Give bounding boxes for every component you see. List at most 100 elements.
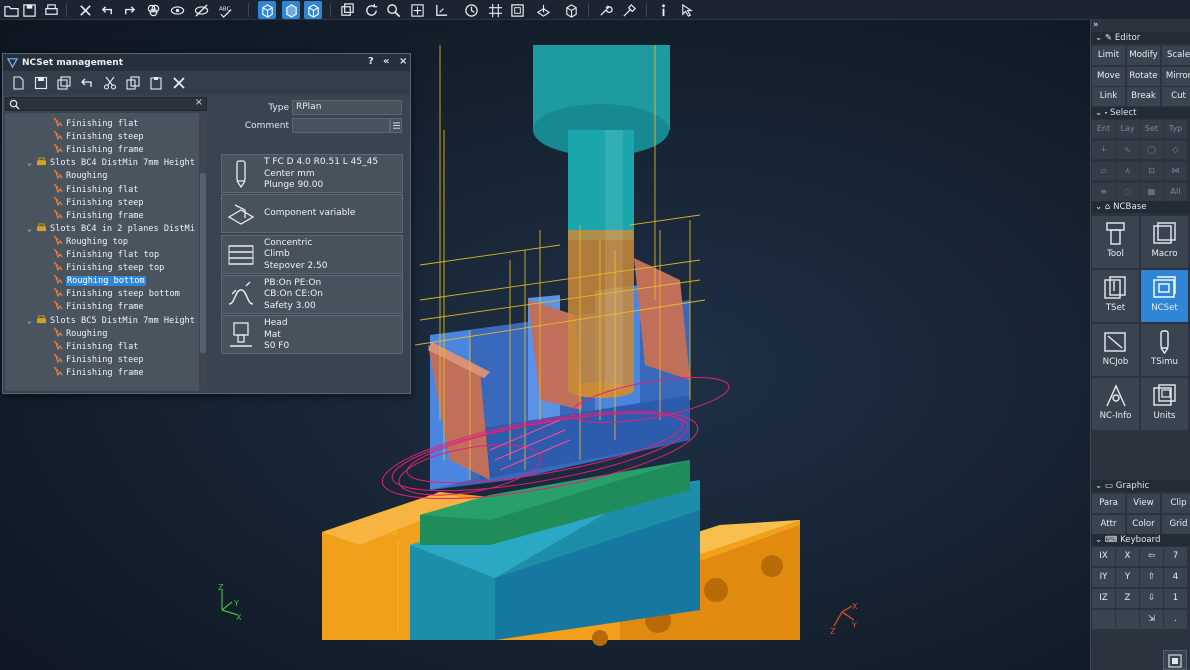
- copy-icon[interactable]: [124, 74, 142, 92]
- link-button[interactable]: Link: [1092, 87, 1125, 106]
- tree-operation-node[interactable]: Roughing top: [53, 235, 128, 248]
- info-icon[interactable]: [654, 1, 672, 19]
- polygon-icon[interactable]: ▱: [1092, 162, 1115, 180]
- refresh-icon[interactable]: [362, 1, 380, 19]
- key-iy[interactable]: IY: [1092, 568, 1115, 587]
- grid-select-icon[interactable]: ▦: [1140, 183, 1163, 201]
- ncset-param-card[interactable]: Concentric Climb Stepover 2.50: [221, 234, 403, 274]
- collapse-button[interactable]: «: [383, 56, 389, 67]
- text-select-icon[interactable]: ≡: [1092, 183, 1115, 201]
- expand-arrow-icon[interactable]: ⌄: [27, 156, 36, 169]
- snap-icon[interactable]: [432, 1, 450, 19]
- key-iz[interactable]: IZ: [1092, 589, 1115, 608]
- tree-operation-node[interactable]: Finishing steep: [53, 353, 144, 366]
- tree-operation-node[interactable]: Roughing: [53, 169, 107, 182]
- key-ix[interactable]: IX: [1092, 547, 1115, 566]
- comment-field[interactable]: [292, 118, 390, 133]
- erase-icon[interactable]: ◇: [1164, 141, 1187, 159]
- tree-operation-node[interactable]: Finishing steep top: [53, 261, 164, 274]
- tree-operation-node[interactable]: Finishing steep: [53, 196, 144, 209]
- grid-icon[interactable]: [486, 1, 504, 19]
- close-button[interactable]: ×: [399, 56, 407, 67]
- clock-icon[interactable]: [462, 1, 480, 19]
- cut-icon[interactable]: [101, 74, 119, 92]
- clear-search-icon[interactable]: ×: [195, 97, 203, 108]
- open-folder-icon[interactable]: [2, 1, 20, 19]
- ncjob-button[interactable]: NCJob: [1092, 324, 1139, 376]
- circle-icon[interactable]: ◯: [1140, 141, 1163, 159]
- view-cube-front-icon[interactable]: [258, 1, 276, 19]
- ncset-param-card[interactable]: T FC D 4.0 R0.51 L 45_45 Center mm Plunge …: [221, 154, 403, 193]
- key-x[interactable]: X: [1116, 547, 1139, 566]
- scale-button[interactable]: Scale: [1162, 46, 1190, 65]
- help-cursor-icon[interactable]: [678, 1, 696, 19]
- key-blank[interactable]: [1116, 610, 1139, 629]
- pattern-icon[interactable]: ⋈: [1164, 162, 1187, 180]
- move-button[interactable]: Move: [1092, 66, 1125, 86]
- curve-icon[interactable]: ∿: [1116, 141, 1139, 159]
- window-layout-icon[interactable]: [1163, 650, 1187, 670]
- attr-button[interactable]: Attr: [1092, 514, 1125, 534]
- tools-icon[interactable]: [620, 1, 638, 19]
- tree-group-node[interactable]: ⌄ Slots BC4 DistMin 7mm Height: [27, 156, 195, 169]
- select-tab-set[interactable]: Set: [1140, 120, 1163, 138]
- tree-operation-node[interactable]: Finishing frame: [53, 366, 144, 379]
- save-icon[interactable]: [20, 1, 38, 19]
- cut-button[interactable]: Cut: [1162, 87, 1190, 106]
- tree-operation-node[interactable]: Finishing flat top: [53, 248, 159, 261]
- tree-operation-node[interactable]: Finishing steep bottom: [53, 287, 180, 300]
- ncset-param-card[interactable]: Head Mat S0 F0: [221, 315, 403, 355]
- tree-operation-node[interactable]: Finishing flat: [53, 340, 138, 353]
- key-x[interactable]: ⇩: [1140, 589, 1163, 608]
- tree-group-node[interactable]: ⌄ Slots BC5 DistMin 7mm Height: [27, 314, 195, 327]
- spellcheck-icon[interactable]: ABC: [216, 1, 234, 19]
- select-tab-ent[interactable]: Ent: [1092, 120, 1115, 138]
- keyboard-section-header[interactable]: ⌄ ⌨ Keyboard: [1091, 534, 1190, 546]
- save-as-icon[interactable]: [55, 74, 73, 92]
- expand-arrow-icon[interactable]: ⌄: [27, 222, 36, 235]
- editor-section-header[interactable]: ⌄ ✎ Editor: [1091, 32, 1190, 44]
- path-icon[interactable]: ＋: [1092, 141, 1115, 159]
- lasso-icon[interactable]: ◌: [1116, 183, 1139, 201]
- key-4[interactable]: 4: [1164, 568, 1187, 587]
- ncset-param-card[interactable]: Component variable: [221, 194, 403, 234]
- workplane-icon[interactable]: [534, 1, 552, 19]
- select-section-header[interactable]: ⌄ ⬝ Select: [1091, 107, 1190, 119]
- limit-button[interactable]: Limit: [1092, 46, 1125, 65]
- tree-group-node[interactable]: ⌄ Slots BC4 in 2 planes DistMi: [27, 222, 195, 235]
- zoom-icon[interactable]: [384, 1, 402, 19]
- expand-arrow-icon[interactable]: ⌄: [27, 314, 36, 327]
- key-x[interactable]: ⇲: [1140, 610, 1163, 629]
- view-button[interactable]: View: [1127, 494, 1160, 513]
- para-button[interactable]: Para: [1092, 494, 1125, 513]
- break-button[interactable]: Break: [1127, 87, 1160, 106]
- tool-button[interactable]: Tool: [1092, 216, 1139, 268]
- modify-button[interactable]: Modify: [1127, 46, 1160, 65]
- color-button[interactable]: Color: [1127, 514, 1160, 534]
- tree-operation-node[interactable]: Finishing frame: [53, 300, 144, 313]
- select-tab-lay[interactable]: Lay: [1116, 120, 1139, 138]
- show-icon[interactable]: [168, 1, 186, 19]
- tree-operation-node[interactable]: Finishing frame: [53, 209, 144, 222]
- cut-icon[interactable]: ⊡: [1140, 162, 1163, 180]
- key-x[interactable]: .: [1164, 610, 1187, 629]
- key-x[interactable]: ⇧: [1140, 568, 1163, 587]
- tree-operation-node[interactable]: Finishing steep: [53, 130, 144, 143]
- paste-icon[interactable]: [147, 74, 165, 92]
- ncbase-section-header[interactable]: ⌄ ⌂ NCBase: [1091, 201, 1190, 213]
- tree-operation-node[interactable]: Finishing flat: [53, 117, 138, 130]
- select-tab-typ[interactable]: Typ: [1164, 120, 1187, 138]
- layers-icon[interactable]: [144, 1, 162, 19]
- tree-operation-node[interactable]: Finishing flat: [53, 183, 138, 196]
- rotate-button[interactable]: Rotate: [1127, 66, 1160, 86]
- graphic-section-header[interactable]: ⌄ ▭ Graphic: [1091, 480, 1190, 492]
- hide-icon[interactable]: [192, 1, 210, 19]
- pan-icon[interactable]: [408, 1, 426, 19]
- units-button[interactable]: Units: [1141, 378, 1188, 430]
- tree-operation-node[interactable]: Roughing bottom: [53, 274, 146, 287]
- undo-icon[interactable]: [78, 74, 96, 92]
- copy-window-icon[interactable]: [338, 1, 356, 19]
- key-7[interactable]: 7: [1164, 547, 1187, 566]
- key-z[interactable]: Z: [1116, 589, 1139, 608]
- save-icon[interactable]: [32, 74, 50, 92]
